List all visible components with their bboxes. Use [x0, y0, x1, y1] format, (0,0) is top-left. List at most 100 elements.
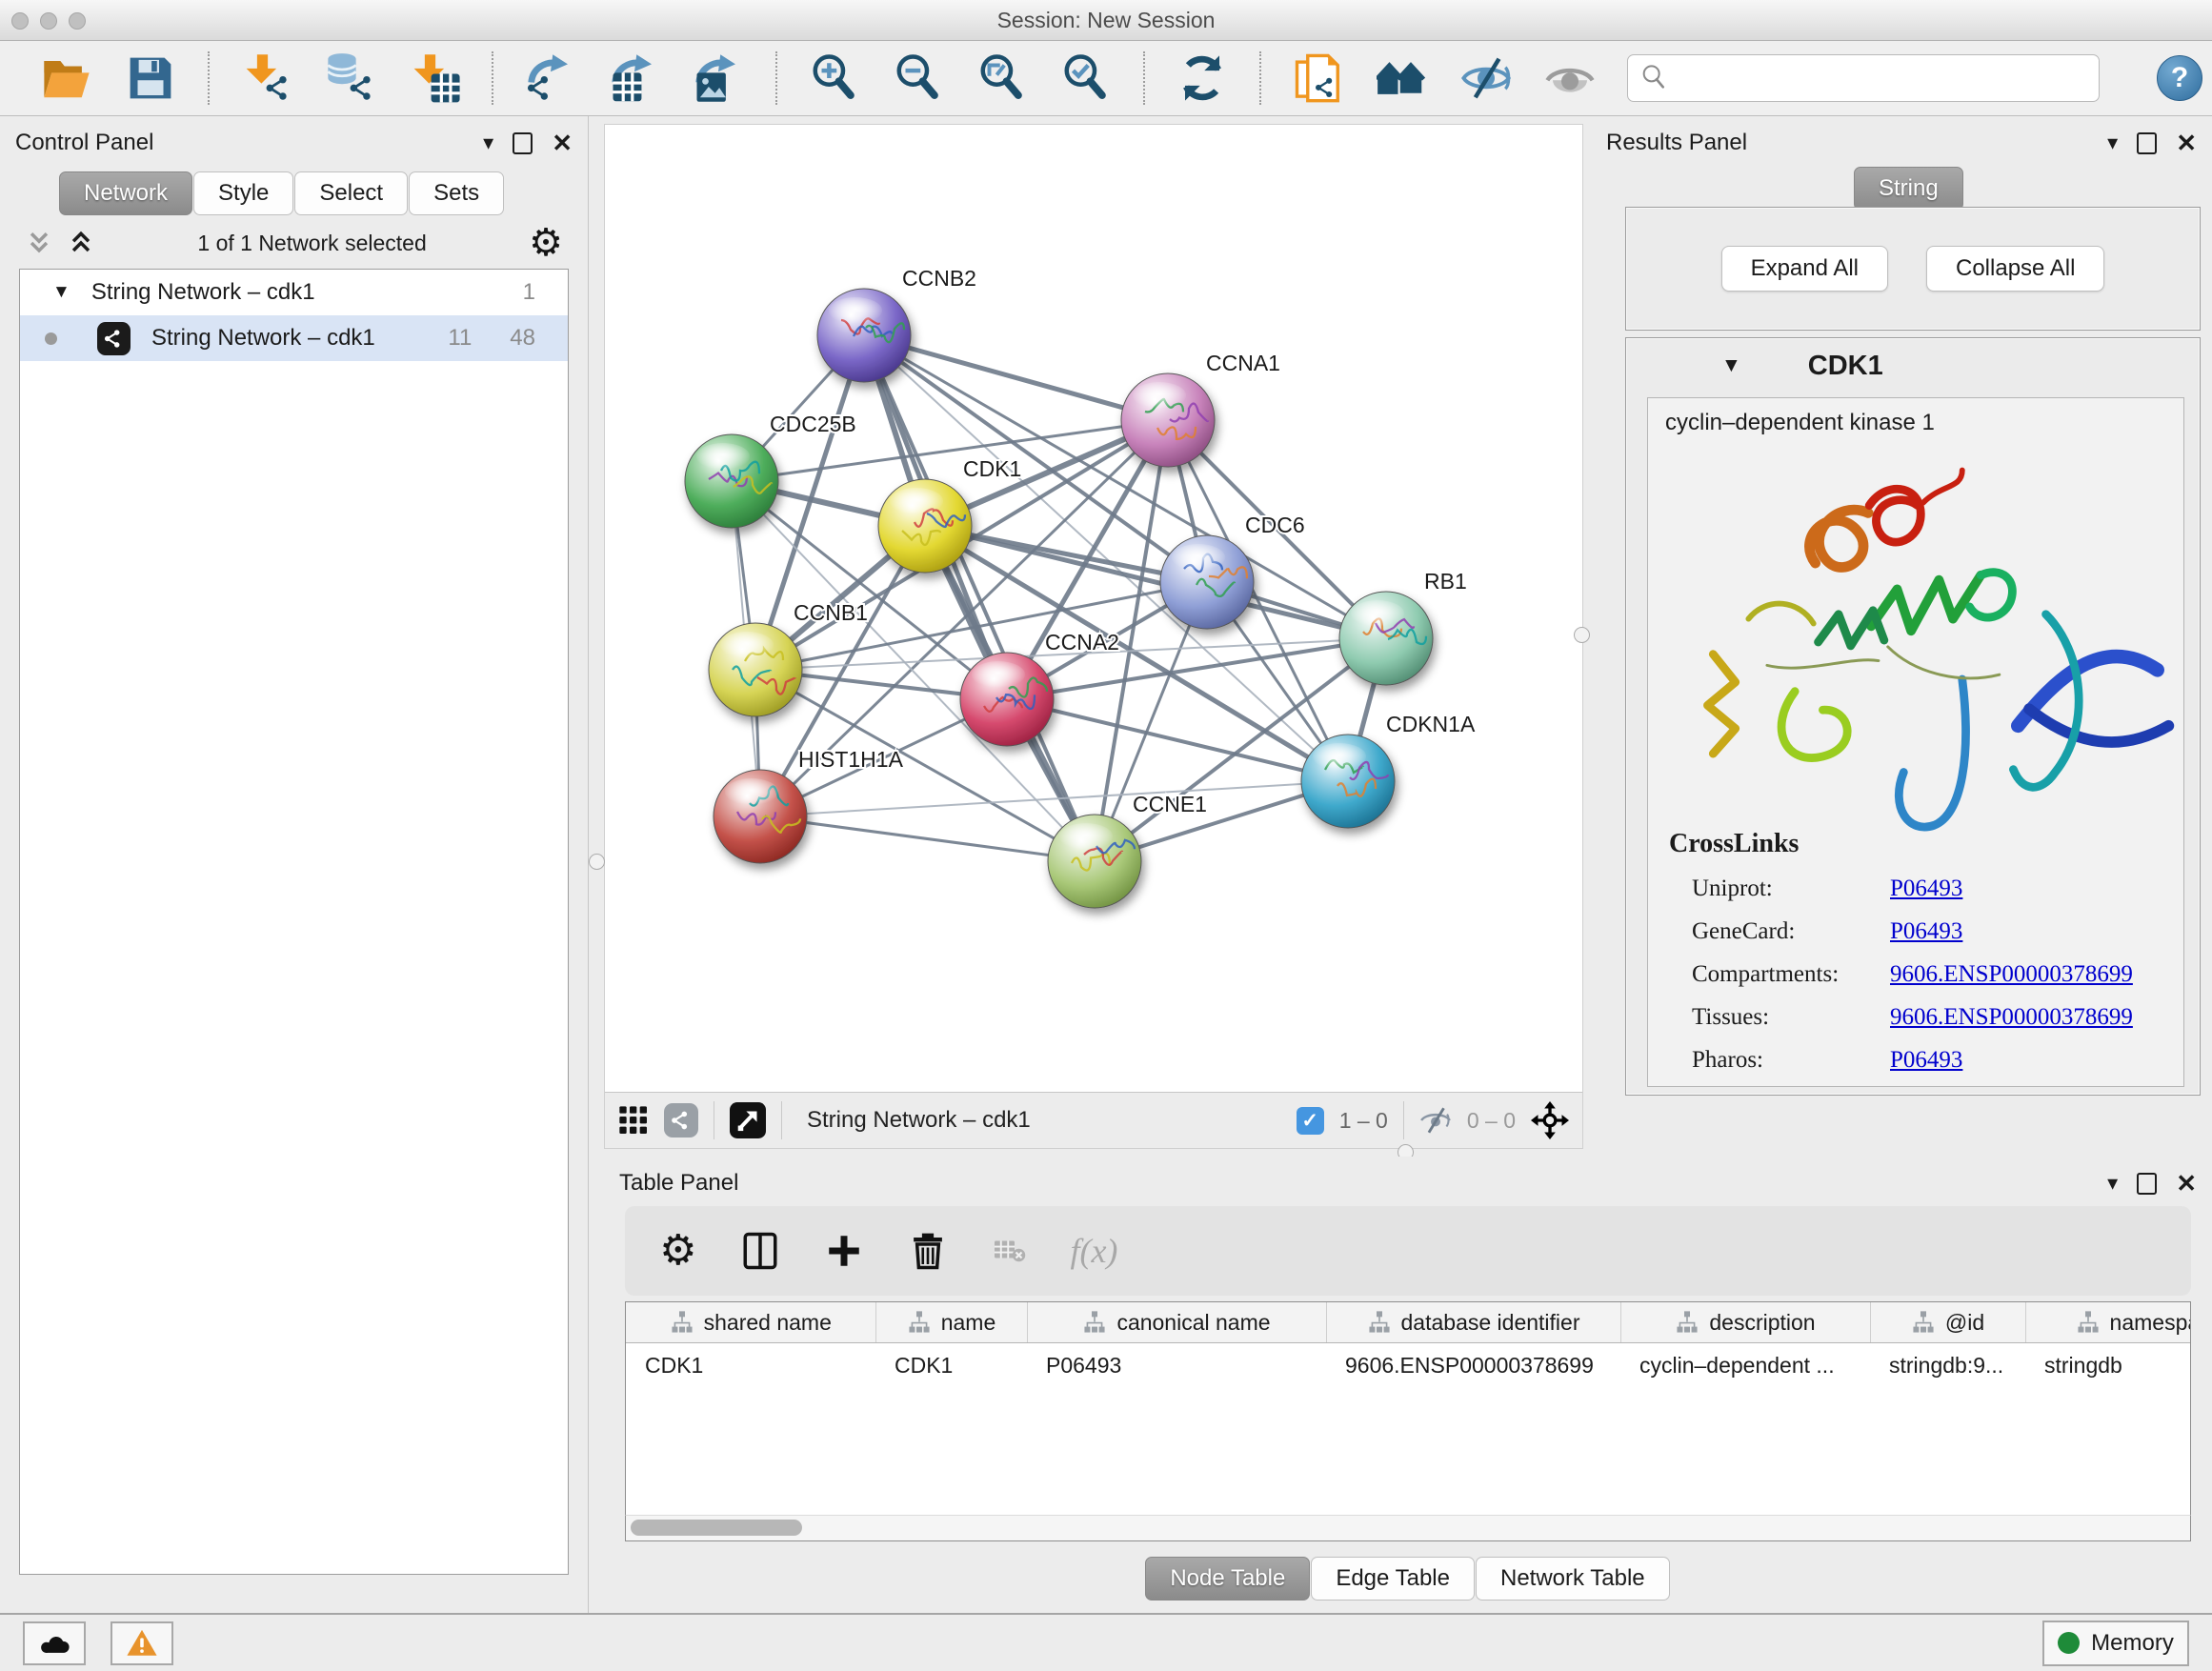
float-panel-icon[interactable] — [513, 132, 533, 154]
node-label: CCNB1 — [794, 600, 868, 625]
entry-expander-icon[interactable]: ▼ — [1721, 354, 1741, 377]
tab-string[interactable]: String — [1854, 167, 1963, 211]
search-box[interactable] — [1627, 54, 2100, 102]
network-node-CDK1[interactable]: CDK1 — [878, 456, 1021, 573]
export-table-button[interactable] — [608, 51, 661, 105]
cloud-status-button[interactable] — [23, 1621, 86, 1665]
table-cell[interactable]: CDK1 — [626, 1343, 875, 1388]
crosslink-link[interactable]: 9606.ENSP00000378699 — [1890, 1004, 2133, 1031]
results-panel: Results Panel ▾ ✕ String Expand All Coll… — [1591, 116, 2212, 1157]
memory-button[interactable]: Memory — [2042, 1621, 2189, 1666]
column-header[interactable]: shared name — [626, 1302, 875, 1343]
crosslink-link[interactable]: P06493 — [1890, 918, 1962, 945]
column-header[interactable]: @id — [1870, 1302, 2025, 1343]
crosslink-link[interactable]: 9606.ENSP00000378699 — [1890, 961, 2133, 988]
status-bar: Memory — [0, 1613, 2212, 1671]
table-settings-gear-icon[interactable]: ⚙ — [659, 1230, 696, 1272]
selected-items-checkbox[interactable]: ✓ — [1297, 1107, 1324, 1135]
add-column-icon[interactable] — [824, 1231, 864, 1271]
export-network-button[interactable] — [524, 51, 577, 105]
warning-icon — [126, 1627, 158, 1660]
import-network-database-button[interactable] — [324, 51, 377, 105]
table-cell[interactable]: CDK1 — [875, 1343, 1027, 1388]
right-splitter-handle[interactable] — [1574, 627, 1590, 643]
grid-view-icon[interactable] — [618, 1105, 649, 1136]
crosslink-row: Pharos: P06493 — [1669, 1047, 2174, 1074]
zoom-in-button[interactable] — [808, 51, 861, 105]
table-row[interactable]: CDK1CDK1P064939606.ENSP00000378699cyclin… — [626, 1343, 2191, 1388]
network-graph[interactable]: CCNB2 CCNA1 CDC25B CDK1 CDC6 RB1 CCNB1 C… — [605, 125, 1582, 1093]
float-panel-icon[interactable] — [2137, 1173, 2157, 1195]
table-cell[interactable]: P06493 — [1027, 1343, 1326, 1388]
expand-all-icon[interactable] — [67, 229, 95, 257]
network-canvas[interactable]: CCNB2 CCNA1 CDC25B CDK1 CDC6 RB1 CCNB1 C… — [604, 124, 1583, 1149]
column-header[interactable]: name — [875, 1302, 1027, 1343]
export-image-button[interactable] — [692, 51, 745, 105]
network-collection-row[interactable]: ▼ String Network – cdk1 1 — [20, 270, 568, 315]
panel-menu-icon[interactable]: ▾ — [2107, 1173, 2118, 1194]
hide-selected-button[interactable] — [1459, 51, 1513, 105]
panel-menu-icon[interactable]: ▾ — [2107, 132, 2118, 153]
collapse-all-button[interactable]: Collapse All — [1926, 246, 2104, 292]
table-cell[interactable]: 9606.ENSP00000378699 — [1326, 1343, 1620, 1388]
search-input[interactable] — [1678, 65, 2087, 91]
column-header[interactable]: namespace — [2025, 1302, 2191, 1343]
network-options-gear-icon[interactable]: ⚙ — [529, 224, 563, 262]
network-node-CCNB1[interactable]: CCNB1 — [709, 600, 868, 716]
left-splitter-handle[interactable] — [589, 854, 605, 870]
network-node-CDKN1A[interactable]: CDKN1A — [1301, 712, 1476, 828]
show-home-button[interactable] — [1376, 51, 1429, 105]
show-eye-button[interactable] — [1543, 51, 1597, 105]
help-button[interactable]: ? — [2157, 55, 2202, 101]
node-table[interactable]: shared namenamecanonical namedatabase id… — [625, 1301, 2191, 1517]
toolbar-separator — [492, 51, 493, 105]
node-entry-header[interactable]: ▼ CDK1 — [1626, 338, 2200, 393]
warnings-button[interactable] — [111, 1621, 173, 1665]
tab-sets[interactable]: Sets — [409, 171, 504, 215]
column-header[interactable]: database identifier — [1326, 1302, 1620, 1343]
delete-column-trash-icon[interactable] — [908, 1231, 948, 1271]
network-node-CCNA1[interactable]: CCNA1 — [1121, 351, 1280, 467]
zoom-out-button[interactable] — [892, 51, 945, 105]
zoom-fit-button[interactable] — [975, 51, 1029, 105]
open-session-button[interactable] — [40, 51, 93, 105]
scrollbar-thumb[interactable] — [631, 1520, 802, 1536]
toolbar-separator — [1259, 51, 1261, 105]
crosslink-link[interactable]: P06493 — [1890, 1047, 1962, 1074]
collapse-all-icon[interactable] — [25, 229, 53, 257]
tab-network-table[interactable]: Network Table — [1476, 1557, 1670, 1601]
network-row[interactable]: String Network – cdk1 11 48 — [20, 315, 568, 361]
column-header[interactable]: description — [1620, 1302, 1870, 1343]
collection-expander-icon[interactable]: ▼ — [52, 282, 70, 303]
refresh-view-button[interactable] — [1176, 51, 1229, 105]
close-panel-icon[interactable]: ✕ — [552, 131, 573, 155]
network-badge-icon[interactable] — [664, 1103, 698, 1137]
show-columns-icon[interactable] — [740, 1231, 780, 1271]
close-panel-icon[interactable]: ✕ — [2176, 1171, 2197, 1196]
birdseye-view-icon[interactable] — [730, 1102, 766, 1138]
import-network-file-button[interactable] — [240, 51, 293, 105]
import-table-file-button[interactable] — [408, 51, 461, 105]
table-cell[interactable]: stringdb:9... — [1870, 1343, 2025, 1388]
table-cell[interactable]: cyclin–dependent ... — [1620, 1343, 1870, 1388]
network-node-CCNB2[interactable]: CCNB2 — [817, 266, 976, 382]
network-node-HIST1H1A[interactable]: HIST1H1A — [714, 747, 904, 863]
clone-network-button[interactable] — [1292, 51, 1345, 105]
column-header[interactable]: canonical name — [1027, 1302, 1326, 1343]
panel-menu-icon[interactable]: ▾ — [483, 132, 493, 153]
expand-all-button[interactable]: Expand All — [1721, 246, 1888, 292]
tab-network[interactable]: Network — [59, 171, 192, 215]
float-panel-icon[interactable] — [2137, 132, 2157, 154]
pan-crosshair-icon[interactable] — [1531, 1101, 1569, 1139]
tab-select[interactable]: Select — [294, 171, 408, 215]
tab-edge-table[interactable]: Edge Table — [1311, 1557, 1475, 1601]
close-panel-icon[interactable]: ✕ — [2176, 131, 2197, 155]
crosslink-link[interactable]: P06493 — [1890, 876, 1962, 902]
table-cell[interactable]: stringdb — [2025, 1343, 2191, 1388]
tab-style[interactable]: Style — [193, 171, 293, 215]
network-node-RB1[interactable]: RB1 — [1339, 569, 1467, 685]
table-horizontal-scrollbar[interactable] — [625, 1515, 2191, 1541]
zoom-selected-button[interactable] — [1059, 51, 1113, 105]
save-session-button[interactable] — [124, 51, 177, 105]
tab-node-table[interactable]: Node Table — [1145, 1557, 1310, 1601]
